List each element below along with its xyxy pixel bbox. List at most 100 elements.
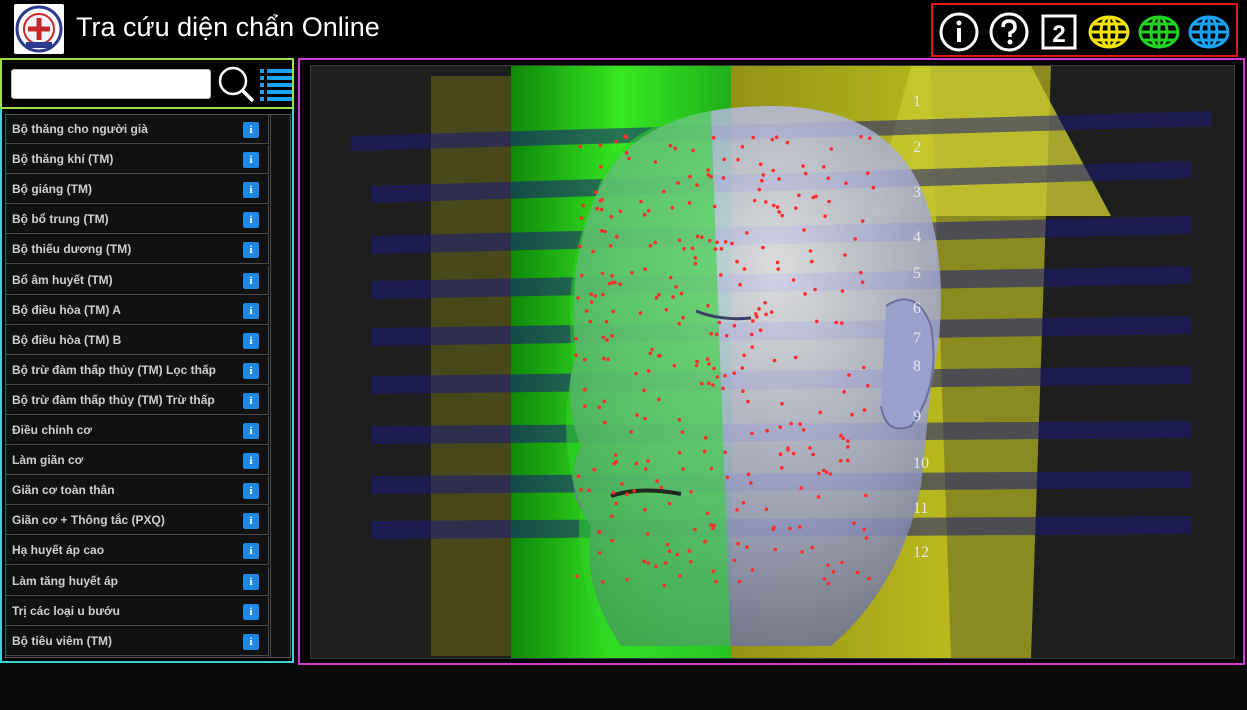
acupoint-dot[interactable] — [735, 259, 739, 264]
acupoint-dot[interactable] — [778, 452, 783, 457]
acupoint-dot[interactable] — [816, 495, 821, 499]
acupoint-dot[interactable] — [643, 416, 647, 421]
acupoint-dot[interactable] — [828, 472, 833, 476]
acupoint-dot[interactable] — [611, 309, 615, 314]
acupoint-dot[interactable] — [610, 274, 614, 278]
info-button[interactable]: i — [243, 423, 259, 439]
acupoint-dot[interactable] — [706, 173, 711, 177]
acupoint-dot[interactable] — [791, 451, 796, 456]
acupoint-dot[interactable] — [583, 404, 587, 409]
acupoint-dot[interactable] — [847, 373, 851, 377]
acupoint-dot[interactable] — [677, 238, 682, 243]
search-input[interactable] — [11, 69, 211, 99]
acupoint-dot[interactable] — [810, 545, 814, 550]
acupoint-dot[interactable] — [703, 435, 708, 440]
acupoint-dot[interactable] — [757, 307, 761, 311]
info-button[interactable]: i — [243, 302, 259, 319]
acupoint-dot[interactable] — [688, 174, 692, 179]
acupoint-dot[interactable] — [599, 165, 603, 169]
acupoint-dot[interactable] — [593, 294, 597, 298]
acupoint-dot[interactable] — [642, 559, 646, 563]
acupoint-dot[interactable] — [693, 256, 698, 260]
acupoint-dot[interactable] — [715, 332, 719, 337]
info-button[interactable]: i — [243, 633, 259, 650]
acupoint-dot[interactable] — [606, 357, 610, 362]
acupoint-dot[interactable] — [695, 234, 700, 239]
acupoint-dot[interactable] — [802, 228, 806, 232]
acupoint-dot[interactable] — [823, 214, 827, 219]
acupoint-dot[interactable] — [608, 281, 612, 286]
acupoint-dot[interactable] — [831, 570, 836, 574]
info-button[interactable]: i — [243, 392, 259, 409]
acupoint-dot[interactable] — [711, 135, 716, 140]
acupoint-dot[interactable] — [777, 177, 781, 181]
acupoint-dot[interactable] — [730, 241, 734, 246]
acupoint-dot[interactable] — [680, 430, 685, 435]
acupoint-dot[interactable] — [604, 319, 609, 324]
acupoint-dot[interactable] — [786, 446, 790, 450]
acupoint-dot[interactable] — [687, 549, 692, 553]
acupoint-dot[interactable] — [771, 203, 776, 208]
acupoint-dot[interactable] — [775, 260, 780, 265]
acupoint-dot[interactable] — [681, 467, 685, 471]
acupoint-dot[interactable] — [668, 143, 673, 148]
acupoint-dot[interactable] — [674, 285, 678, 289]
acupoint-dot[interactable] — [597, 530, 601, 535]
acupoint-dot[interactable] — [614, 139, 618, 144]
acupoint-dot[interactable] — [717, 320, 722, 325]
acupoint-dot[interactable] — [659, 485, 664, 490]
acupoint-dot[interactable] — [706, 168, 710, 172]
acupoint-dot[interactable] — [584, 309, 589, 313]
acupoint-dot[interactable] — [732, 558, 737, 563]
acupoint-dot[interactable] — [638, 311, 643, 315]
acupoint-dot[interactable] — [597, 405, 602, 410]
acupoint-dot[interactable] — [693, 527, 697, 532]
acupoint-dot[interactable] — [576, 474, 581, 479]
acupoint-dot[interactable] — [602, 356, 606, 361]
acupoint-dot[interactable] — [750, 568, 755, 572]
acupoint-dot[interactable] — [673, 146, 677, 151]
acupoint-dot[interactable] — [705, 511, 710, 516]
acupoint-dot[interactable] — [780, 401, 784, 406]
acupoint-dot[interactable] — [663, 561, 668, 565]
acupoint-dot[interactable] — [764, 200, 768, 204]
acupoint-dot[interactable] — [672, 363, 677, 368]
remedy-list-item[interactable]: Bộ trừ đàm thấp thủy (TM) Trừ thấp i — [6, 385, 269, 415]
acupoint-dot[interactable] — [598, 198, 603, 203]
acupoint-dot[interactable] — [765, 428, 769, 433]
acupoint-dot[interactable] — [723, 373, 727, 378]
acupoint-dot[interactable] — [610, 514, 614, 519]
acupoint-dot[interactable] — [588, 319, 593, 324]
acupoint-dot[interactable] — [770, 137, 775, 142]
acupoint-dot[interactable] — [709, 523, 713, 527]
acupoint-dot[interactable] — [677, 321, 682, 326]
help-icon[interactable] — [988, 11, 1030, 53]
acupoint-dot[interactable] — [624, 151, 629, 155]
acupoint-dot[interactable] — [840, 289, 845, 293]
acupoint-dot[interactable] — [705, 357, 710, 361]
acupoint-dot[interactable] — [751, 319, 755, 323]
acupoint-dot[interactable] — [711, 569, 716, 573]
acupoint-dot[interactable] — [635, 413, 639, 417]
acupoint-dot[interactable] — [774, 135, 779, 140]
acupoint-dot[interactable] — [732, 371, 736, 376]
acupoint-dot[interactable] — [842, 390, 846, 394]
info-button[interactable]: i — [243, 272, 259, 289]
remedy-list-item[interactable]: Giãn cơ toàn thân i — [6, 476, 269, 506]
acupoint-dot[interactable] — [826, 581, 831, 586]
acupoint-dot[interactable] — [827, 199, 831, 204]
acupoint-dot[interactable] — [611, 491, 616, 495]
acupoint-dot[interactable] — [620, 482, 624, 486]
acupoint-dot[interactable] — [740, 145, 745, 149]
acupoint-dot[interactable] — [867, 136, 872, 141]
acupoint-dot[interactable] — [609, 214, 614, 219]
acupoint-dot[interactable] — [801, 428, 806, 432]
acupoint-dot[interactable] — [798, 422, 802, 426]
acupoint-dot[interactable] — [800, 550, 804, 554]
list-scrollbar[interactable] — [270, 115, 290, 657]
acupoint-dot[interactable] — [751, 135, 756, 140]
acupoint-dot[interactable] — [650, 347, 654, 352]
acupoint-dot[interactable] — [750, 345, 754, 349]
acupoint-dot[interactable] — [735, 508, 739, 512]
acupoint-dot[interactable] — [690, 246, 695, 251]
